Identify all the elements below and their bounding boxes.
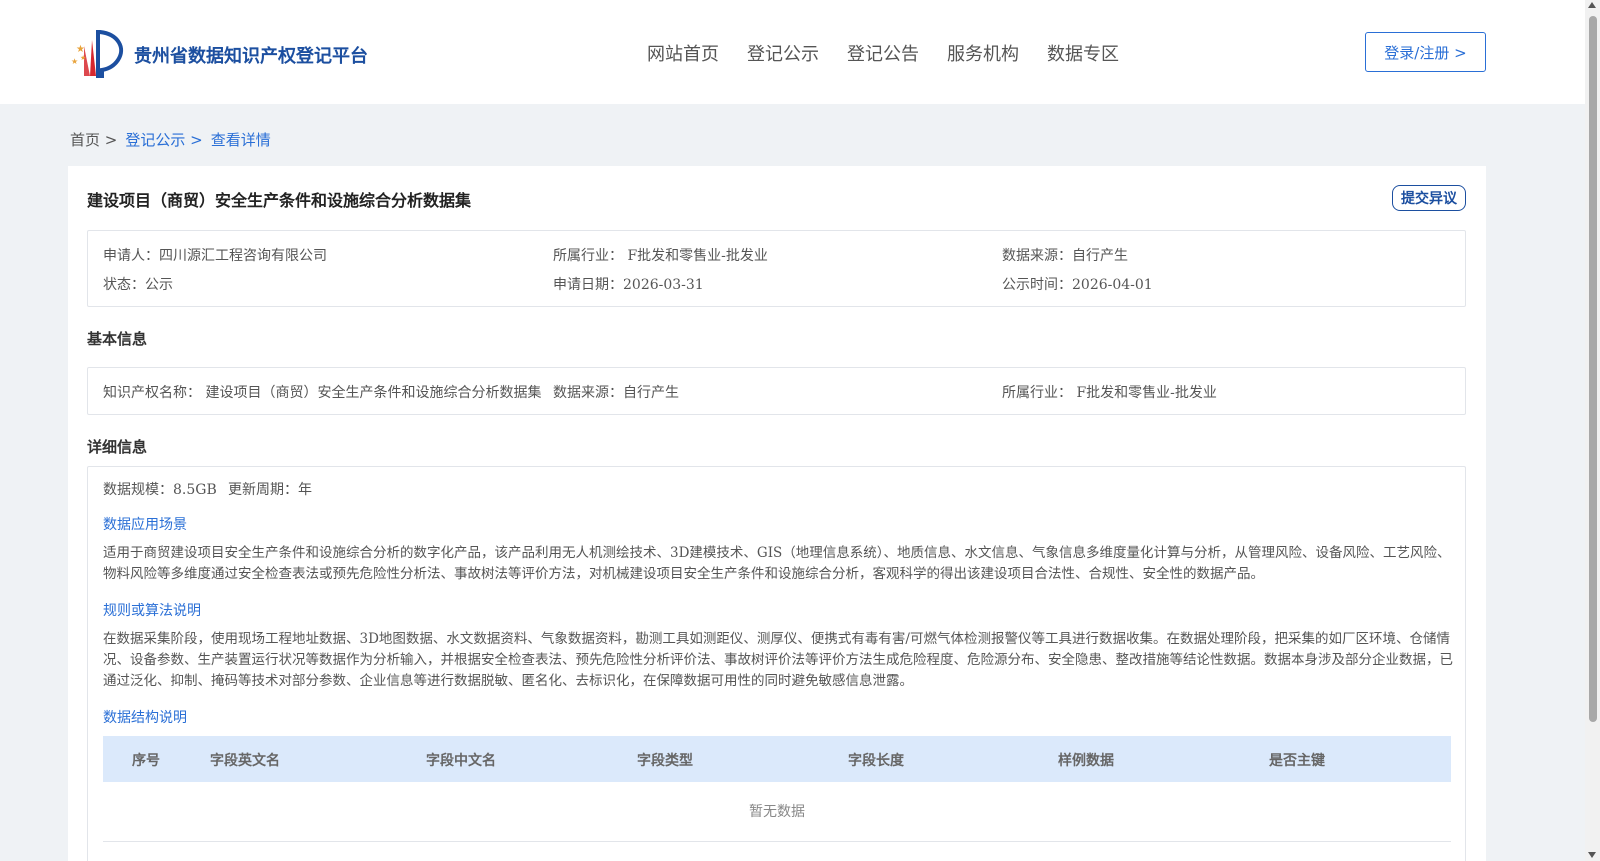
structure-title: 数据结构说明: [103, 710, 187, 726]
breadcrumb-view-detail[interactable]: 查看详情: [211, 129, 271, 150]
ip-name-text: 知识产权名称： 建设项目（商贸）安全生产条件和设施综合分析数据集: [103, 385, 542, 401]
col-chinese-name: 字段中文名: [426, 753, 496, 769]
nav-data-zone[interactable]: 数据专区: [1047, 40, 1119, 66]
applicant-text: 申请人：四川源汇工程咨询有限公司: [103, 248, 327, 264]
col-field-type: 字段类型: [637, 753, 693, 769]
source-text: 数据来源：自行产生: [1002, 248, 1128, 264]
rules-title: 规则或算法说明: [103, 603, 201, 619]
summary-box: 申请人：四川源汇工程咨询有限公司 所属行业： F批发和零售业-批发业 数据来源：…: [87, 230, 1466, 307]
svg-text:★: ★: [71, 57, 78, 66]
nav-registration-publicity[interactable]: 登记公示: [747, 40, 819, 66]
scroll-down-icon[interactable]: [1588, 852, 1596, 858]
site-header: ★ ★ ★ 贵州省数据知识产权登记平台 网站首页 登记公示 登记公告 服务机构 …: [0, 0, 1585, 104]
nav-service-agencies[interactable]: 服务机构: [947, 40, 1019, 66]
scroll-up-icon[interactable]: [1588, 2, 1596, 8]
main-nav: 网站首页 登记公示 登记公告 服务机构 数据专区: [647, 40, 1147, 66]
login-register-button[interactable]: 登录/注册 >: [1365, 32, 1486, 72]
site-logo[interactable]: ★ ★ ★ 贵州省数据知识产权登记平台: [70, 26, 368, 80]
scroll-thumb[interactable]: [1589, 16, 1597, 722]
col-sample-data: 样例数据: [1058, 753, 1114, 769]
scenario-text: 适用于商贸建设项目安全生产条件和设施综合分析的数字化产品，该产品利用无人机测绘技…: [103, 545, 1451, 582]
status-text: 状态：公示: [103, 277, 173, 293]
nav-registration-announcement[interactable]: 登记公告: [847, 40, 919, 66]
scenario-title: 数据应用场景: [103, 517, 187, 533]
basic-info-title: 基本信息: [87, 330, 148, 348]
svg-text:★: ★: [80, 54, 86, 62]
page-scrollbar[interactable]: [1585, 0, 1600, 861]
detail-info-title: 详细信息: [87, 438, 148, 456]
logo-text: 贵州省数据知识产权登记平台: [134, 46, 368, 67]
basic-info-box: 知识产权名称： 建设项目（商贸）安全生产条件和设施综合分析数据集 数据来源：自行…: [87, 367, 1466, 415]
col-index: 序号: [132, 753, 160, 769]
breadcrumb: 首页 > 登记公示 > 查看详情: [70, 129, 271, 150]
col-primary-key: 是否主键: [1269, 753, 1325, 769]
empty-table-text: 暂无数据: [103, 782, 1451, 842]
basic-industry-text: 所属行业： F批发和零售业-批发业: [1002, 385, 1217, 401]
col-english-name: 字段英文名: [210, 753, 280, 769]
basic-source-text: 数据来源：自行产生: [553, 385, 679, 401]
breadcrumb-publicity[interactable]: 登记公示 >: [125, 129, 202, 150]
rules-text: 在数据采集阶段，使用现场工程地址数据、3D地图数据、水文数据资料、气象数据资料，…: [103, 631, 1453, 689]
page-title: 建设项目（商贸）安全生产条件和设施综合分析数据集: [87, 191, 472, 210]
apply-date-text: 申请日期：2026-03-31: [553, 277, 704, 293]
structure-table-header: 序号 字段英文名 字段中文名 字段类型 字段长度 样例数据 是否主键: [103, 736, 1451, 782]
update-cycle-text: 更新周期：年: [228, 482, 312, 498]
submit-objection-button[interactable]: 提交异议: [1392, 185, 1466, 211]
publish-date-text: 公示时间：2026-04-01: [1002, 277, 1153, 293]
industry-text: 所属行业： F批发和零售业-批发业: [553, 248, 768, 264]
data-scale-text: 数据规模：8.5GB: [103, 482, 217, 498]
detail-card: 建设项目（商贸）安全生产条件和设施综合分析数据集 提交异议 申请人：四川源汇工程…: [68, 166, 1486, 861]
nav-home[interactable]: 网站首页: [647, 40, 719, 66]
col-field-length: 字段长度: [848, 753, 904, 769]
breadcrumb-home[interactable]: 首页 >: [70, 129, 117, 150]
logo-icon: ★ ★ ★: [71, 30, 124, 78]
